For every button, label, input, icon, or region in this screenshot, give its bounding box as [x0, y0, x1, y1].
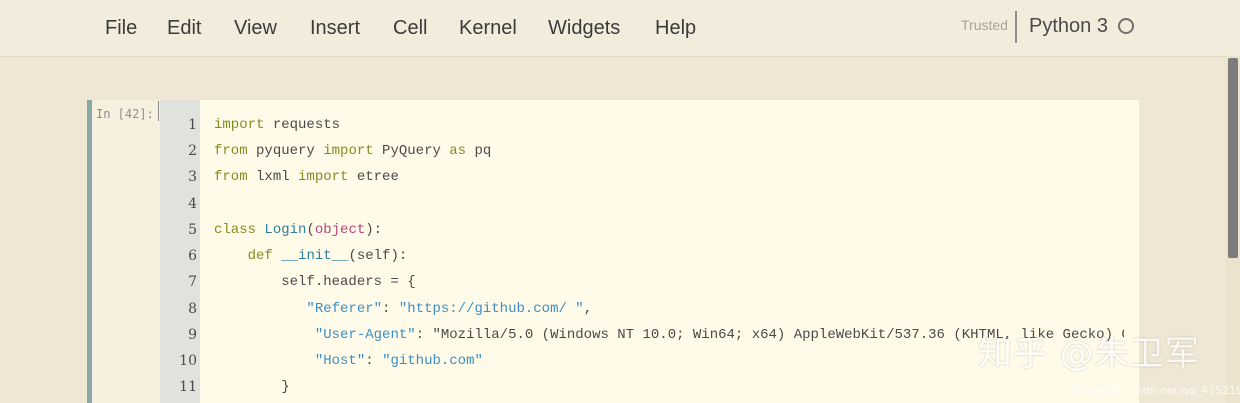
cell-selection-bar: [87, 100, 92, 403]
code-line: }: [214, 379, 290, 395]
line-number: 6: [188, 248, 197, 264]
line-number: 4: [188, 196, 197, 212]
menu-view[interactable]: View: [234, 17, 277, 40]
code-line: "Referer": "https://github.com/ ",: [306, 301, 593, 317]
kernel-name[interactable]: Python 3: [1029, 15, 1108, 38]
line-number: 3: [188, 169, 197, 185]
menu-edit[interactable]: Edit: [167, 17, 201, 40]
code-line: "Host": "github.com": [314, 353, 483, 369]
trusted-indicator[interactable]: Trusted: [961, 17, 1008, 33]
scrollbar-thumb[interactable]: [1228, 58, 1238, 258]
line-number: 8: [188, 301, 197, 317]
prompt-divider: [158, 101, 159, 121]
menu-file[interactable]: File: [105, 17, 137, 40]
menu-insert[interactable]: Insert: [310, 17, 360, 40]
menu-kernel[interactable]: Kernel: [459, 17, 517, 40]
menu-help[interactable]: Help: [655, 17, 696, 40]
code-line: self.headers = {: [214, 274, 416, 290]
cell-prompt: In [42]:: [96, 107, 154, 121]
line-number: 9: [188, 327, 197, 343]
code-line: import requests: [214, 117, 341, 133]
kernel-separator: [1015, 11, 1017, 43]
watermark-url: https://blog.csdn.net/qq_41521952: [1064, 384, 1240, 397]
menu-cell[interactable]: Cell: [393, 17, 427, 40]
line-number: 1: [188, 117, 197, 133]
watermark-text: 知乎 @朱卫军: [978, 334, 1200, 374]
code-line: from lxml import etree: [214, 169, 399, 185]
line-number: 7: [188, 274, 197, 290]
line-number: 2: [188, 143, 197, 159]
kernel-idle-icon: [1118, 18, 1134, 34]
line-number: 11: [179, 379, 197, 395]
line-number: 10: [179, 353, 197, 369]
code-line: from pyquery import PyQuery as pq: [214, 143, 492, 159]
code-line: class Login(object):: [214, 222, 383, 238]
line-number: 5: [188, 222, 197, 238]
menubar: File Edit View Insert Cell Kernel Widget…: [0, 0, 1240, 57]
menu-widgets[interactable]: Widgets: [548, 17, 620, 40]
code-line: def __init__(self):: [247, 248, 408, 264]
